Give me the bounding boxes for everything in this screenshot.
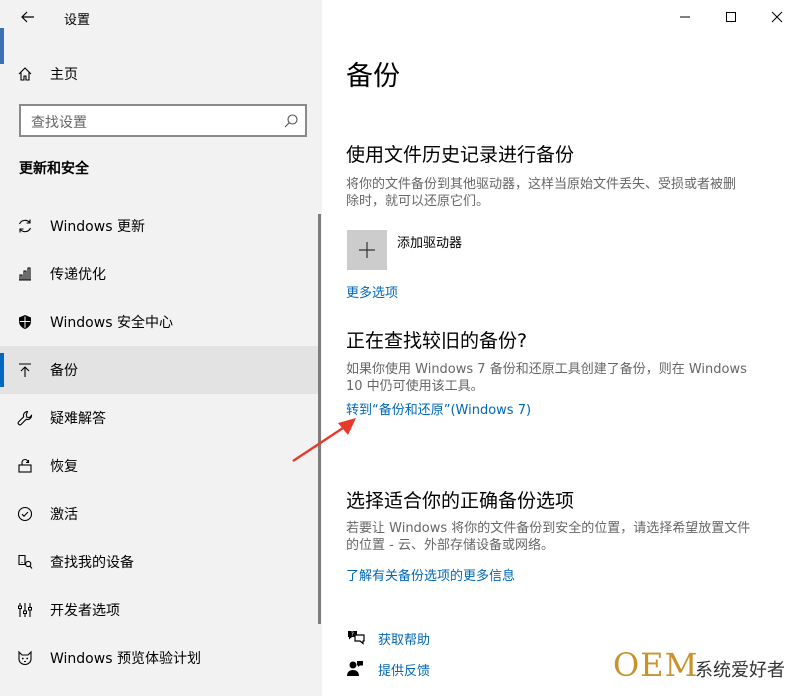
- sidebar-item-label: 查找我的设备: [50, 555, 134, 571]
- add-drive-button[interactable]: [347, 230, 387, 270]
- delivery-optimization-icon: [0, 266, 50, 282]
- sidebar-item-activation[interactable]: 激活: [0, 490, 318, 538]
- sidebar-section-title: 更新和安全: [19, 161, 89, 177]
- older-backup-description: 如果你使用 Windows 7 备份和还原工具创建了备份，则在 Windows …: [346, 361, 774, 395]
- sidebar-item-recovery[interactable]: 恢复: [0, 442, 318, 490]
- sidebar-item-label: 传递优化: [50, 267, 106, 283]
- search-input[interactable]: 查找设置: [19, 104, 307, 137]
- insider-cat-icon: [0, 650, 50, 666]
- window-title: 设置: [64, 13, 91, 28]
- get-help-label: 获取帮助: [378, 632, 431, 648]
- sidebar: 设置 主页 查找设置 更新和安全 Windows 更新 传递优化 Windows…: [0, 0, 322, 696]
- choose-options-desc-line1: 若要让 Windows 将你的文件备份到安全的位置，请选择希望放置文件: [346, 521, 751, 536]
- maximize-button[interactable]: [708, 0, 754, 34]
- find-device-icon: [0, 554, 50, 570]
- learn-more-link[interactable]: 了解有关备份选项的更多信息: [346, 565, 515, 584]
- file-history-heading: 使用文件历史记录进行备份: [346, 144, 575, 166]
- sidebar-item-insider[interactable]: Windows 预览体验计划: [0, 634, 318, 682]
- sidebar-item-delivery-optimization[interactable]: 传递优化: [0, 250, 318, 298]
- choose-options-desc-line2: 的位置 - 云、外部存储设备或网络。: [346, 538, 554, 553]
- file-history-description: 将你的文件备份到其他驱动器，这样当原始文件丢失、受损或者被删 除时，就可以还原它…: [346, 176, 774, 210]
- sidebar-item-windows-security[interactable]: Windows 安全中心: [0, 298, 318, 346]
- older-backup-heading: 正在查找较旧的备份?: [346, 330, 528, 352]
- sidebar-item-label: 恢复: [50, 459, 78, 475]
- watermark-text: 系统爱好者: [695, 660, 785, 681]
- search-placeholder: 查找设置: [31, 115, 87, 131]
- minimize-icon: [680, 16, 690, 18]
- wrench-icon: [0, 410, 50, 426]
- file-history-desc-line1: 将你的文件备份到其他驱动器，这样当原始文件丢失、受损或者被删: [346, 177, 737, 192]
- close-button[interactable]: [754, 0, 800, 34]
- watermark-brand: OEM: [613, 646, 699, 684]
- sidebar-item-find-my-device[interactable]: 查找我的设备: [0, 538, 318, 586]
- svg-text:?: ?: [351, 631, 354, 638]
- sidebar-item-developer[interactable]: 开发者选项: [0, 586, 318, 634]
- sidebar-item-home[interactable]: 主页: [0, 56, 322, 92]
- older-backup-desc-line2: 10 中仍可使用该工具。: [346, 379, 484, 394]
- search-icon: [284, 114, 298, 128]
- recovery-icon: [0, 458, 50, 474]
- sidebar-item-label: 疑难解答: [50, 411, 106, 427]
- annotation-arrow-icon: [292, 418, 356, 463]
- help-chat-icon: ?: [346, 629, 368, 647]
- sidebar-item-label: 激活: [50, 507, 78, 523]
- back-arrow-icon: [21, 11, 34, 23]
- sidebar-item-label: Windows 更新: [50, 219, 145, 235]
- sidebar-item-label: Windows 预览体验计划: [50, 651, 201, 667]
- backup-and-restore-link[interactable]: 转到“备份和还原”(Windows 7): [346, 399, 531, 418]
- sidebar-item-backup[interactable]: 备份: [0, 346, 318, 394]
- choose-options-heading: 选择适合你的正确备份选项: [346, 490, 575, 512]
- titlebar: 设置: [0, 0, 322, 34]
- refresh-icon: [0, 218, 50, 234]
- back-button[interactable]: [14, 5, 42, 29]
- sidebar-item-windows-update[interactable]: Windows 更新: [0, 202, 318, 250]
- maximize-icon: [726, 12, 736, 22]
- close-icon: [771, 11, 783, 23]
- plus-icon: [359, 242, 375, 258]
- minimize-button[interactable]: [662, 0, 708, 34]
- home-icon: [0, 66, 50, 82]
- get-help-link[interactable]: ? 获取帮助: [346, 628, 430, 648]
- choose-options-description: 若要让 Windows 将你的文件备份到安全的位置，请选择希望放置文件 的位置 …: [346, 520, 774, 554]
- sidebar-item-troubleshoot[interactable]: 疑难解答: [0, 394, 318, 442]
- home-label: 主页: [50, 67, 78, 83]
- page-title: 备份: [346, 61, 400, 92]
- more-options-link[interactable]: 更多选项: [346, 282, 398, 301]
- feedback-person-icon: [346, 660, 368, 678]
- watermark: OEM 系统爱好者: [609, 644, 808, 696]
- file-history-desc-line2: 除时，就可以还原它们。: [346, 194, 490, 209]
- sidebar-item-label: Windows 安全中心: [50, 315, 173, 331]
- give-feedback-link[interactable]: 提供反馈: [346, 659, 430, 679]
- older-backup-desc-line1: 如果你使用 Windows 7 备份和还原工具创建了备份，则在 Windows: [346, 362, 747, 377]
- developer-icon: [0, 602, 50, 618]
- selected-indicator: [0, 353, 4, 387]
- shield-icon: [0, 314, 50, 330]
- sidebar-item-label: 备份: [50, 363, 78, 379]
- give-feedback-label: 提供反馈: [378, 663, 431, 679]
- backup-arrow-icon: [0, 362, 50, 378]
- sidebar-item-label: 开发者选项: [50, 603, 120, 619]
- add-drive-label[interactable]: 添加驱动器: [397, 232, 462, 251]
- check-circle-icon: [0, 506, 50, 522]
